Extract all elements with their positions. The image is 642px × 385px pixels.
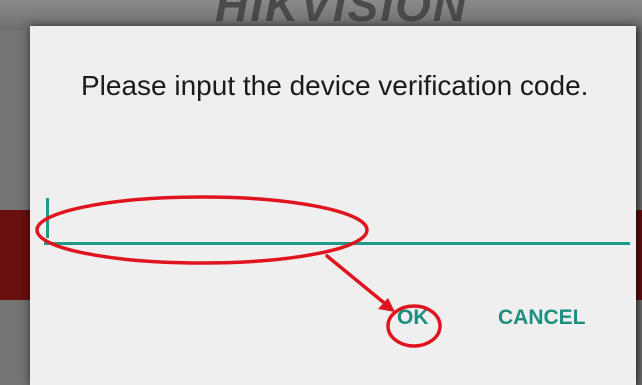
verification-code-dialog: Please input the device verification cod… (30, 26, 636, 385)
verification-code-input[interactable] (44, 196, 630, 245)
background-red-band-left (0, 210, 30, 300)
ok-button[interactable]: OK (391, 302, 435, 334)
cancel-button[interactable]: CANCEL (492, 302, 592, 334)
background-red-band-right (636, 210, 642, 300)
text-cursor (46, 198, 49, 238)
dialog-title: Please input the device verification cod… (81, 70, 589, 101)
